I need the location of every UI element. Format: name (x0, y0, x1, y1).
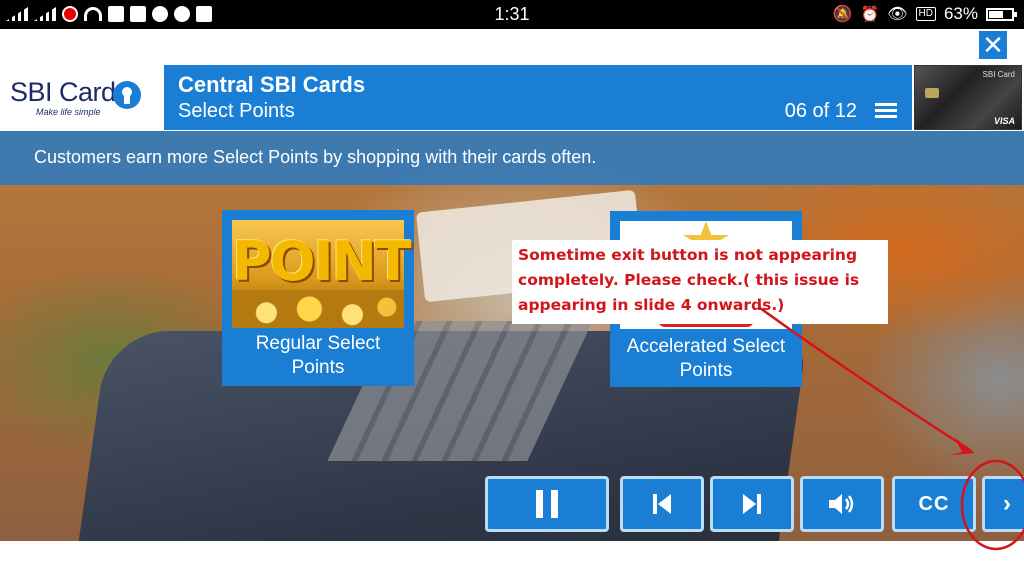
review-annotation: Sometime exit button is not appearing co… (512, 240, 888, 324)
battery-fill (989, 10, 1003, 18)
pause-icon (488, 479, 606, 529)
pause-bar (536, 490, 543, 518)
previous-button[interactable] (620, 476, 704, 532)
exit-chevron-icon: › (1003, 490, 1011, 517)
eye-icon: 👁 (887, 6, 908, 23)
tile-label: Accelerated Select Points (610, 335, 802, 383)
status-icons-right: 🔕 ⏰ 👁 HD 63% (832, 4, 1017, 24)
card-network: VISA (993, 116, 1015, 126)
skip-forward-icon (713, 479, 791, 529)
logo-text: SBI Card (10, 77, 116, 107)
exit-button-partial[interactable]: › (982, 476, 1024, 532)
next-slide-button[interactable] (710, 476, 794, 532)
menu-line (875, 109, 897, 112)
card-brand: SBI Card (982, 70, 1015, 79)
sbi-card-logo: SBI Card Make life simple (0, 65, 162, 130)
skip-forward-svg (743, 494, 761, 514)
volume-button[interactable] (800, 476, 884, 532)
tile-label: Regular Select Points (222, 332, 414, 380)
menu-line (875, 103, 897, 106)
alarm-icon: ⏰ (860, 6, 880, 23)
tile-label-line2: Points (291, 357, 345, 378)
banner-text: Customers earn more Select Points by sho… (34, 147, 597, 167)
mute-icon: 🔕 (832, 6, 853, 23)
tile-label-line1: Accelerated Select (626, 336, 786, 357)
annotation-line3: appearing in slide 4 onwards.) (518, 296, 785, 314)
tile-label-line1: Regular Select (255, 333, 381, 354)
gold-coins-icon (232, 290, 404, 328)
status-bar: 1:31 🔕 ⏰ 👁 HD 63% (0, 0, 1024, 29)
annotation-line2: completely. Please check.( this issue is (518, 271, 860, 289)
header-bar: Central SBI Cards Select Points 06 of 12 (164, 65, 912, 130)
pause-bar (551, 490, 558, 518)
point-image-word: POINT (232, 230, 412, 293)
point-coins-image: POINT (232, 220, 412, 328)
sbi-emblem-icon (113, 81, 141, 109)
course-title: Central SBI Cards (178, 72, 366, 97)
close-button[interactable]: ✕ (979, 31, 1007, 59)
pause-button[interactable] (485, 476, 609, 532)
menu-line (875, 115, 897, 118)
menu-icon[interactable] (875, 103, 897, 119)
info-banner: Customers earn more Select Points by sho… (0, 131, 1024, 185)
speaker-icon (803, 479, 881, 529)
tile-label-line2: Points (679, 360, 733, 381)
battery-percent: 63% (943, 4, 978, 23)
skip-back-svg (653, 494, 671, 514)
slide-title: Select Points (178, 100, 295, 122)
logo-tagline: Make life simple (36, 107, 101, 117)
skip-back-icon (623, 479, 701, 529)
speaker-svg (829, 494, 854, 514)
hd-badge: HD (915, 7, 936, 21)
bottom-strip (0, 541, 1024, 576)
regular-select-points-tile[interactable]: POINT Regular Select Points (222, 210, 414, 386)
slide-counter: 06 of 12 (784, 100, 857, 122)
credit-card-image: SBI Card VISA (914, 65, 1022, 130)
card-chip-icon (925, 88, 939, 98)
cc-label: CC (918, 492, 950, 515)
annotation-line1: Sometime exit button is not appearing (518, 246, 858, 264)
battery-icon (986, 7, 1017, 21)
closed-captions-button[interactable]: CC (892, 476, 976, 532)
